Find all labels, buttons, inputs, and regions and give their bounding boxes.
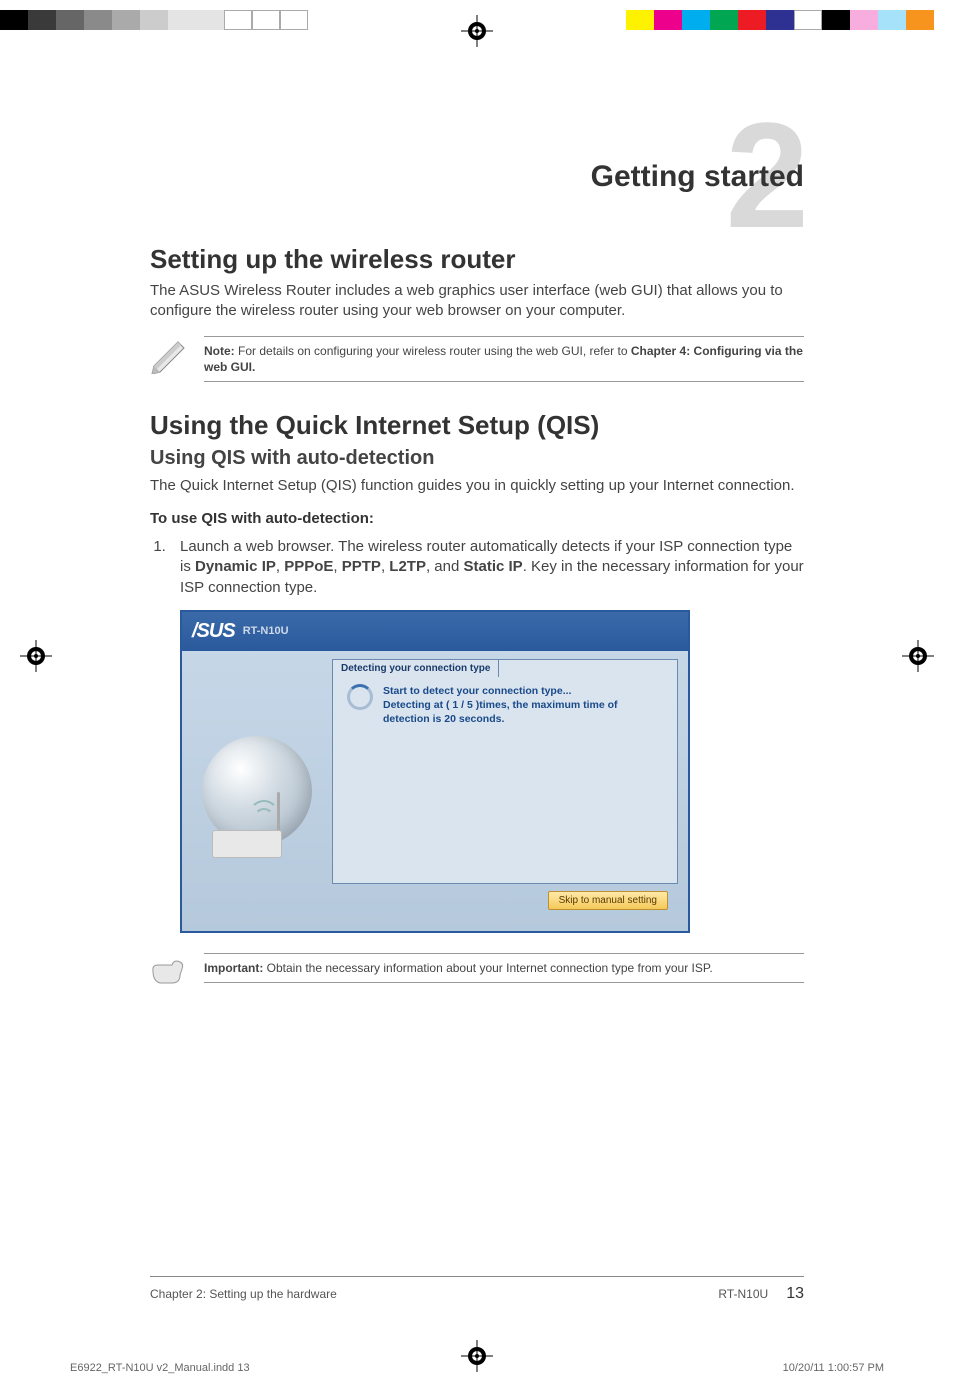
footer-model: RT-N10U: [718, 1287, 768, 1301]
step-1: Launch a web browser. The wireless route…: [170, 537, 804, 598]
note-callout: Note: For details on configuring your wi…: [150, 336, 804, 382]
router-icon: [212, 830, 282, 858]
footer-chapter: Chapter 2: Setting up the hardware: [150, 1287, 337, 1301]
asus-logo-icon: /SUS: [192, 620, 235, 643]
important-callout: Important: Obtain the necessary informat…: [150, 953, 804, 991]
indd-file: E6922_RT-N10U v2_Manual.indd 13: [70, 1362, 250, 1374]
section-intro: The ASUS Wireless Router includes a web …: [150, 281, 804, 322]
section-heading-qis: Using the Quick Internet Setup (QIS): [150, 410, 804, 441]
screenshot-header: /SUS RT-N10U: [182, 612, 688, 651]
panel-tab-title: Detecting your connection type: [332, 659, 499, 677]
model-label: RT-N10U: [243, 625, 289, 637]
page-number: 13: [786, 1285, 804, 1303]
qis-screenshot: /SUS RT-N10U Detecting your connection t…: [180, 610, 690, 933]
page-content: 2 Getting started Setting up the wireles…: [70, 55, 884, 1335]
section-heading-setup: Setting up the wireless router: [150, 244, 804, 275]
important-text: Important: Obtain the necessary informat…: [204, 960, 804, 976]
subsection-heading: Using QIS with auto-detection: [150, 447, 804, 470]
indesign-slug: E6922_RT-N10U v2_Manual.indd 13 10/20/11…: [70, 1362, 884, 1374]
registration-mark-icon: [902, 640, 934, 672]
detection-message: Start to detect your connection type... …: [383, 684, 618, 727]
note-text: Note: For details on configuring your wi…: [204, 343, 804, 375]
hand-point-icon: [150, 953, 190, 991]
registration-mark-icon: [461, 15, 493, 47]
qis-intro: The Quick Internet Setup (QIS) function …: [150, 476, 804, 496]
skip-to-manual-button[interactable]: Skip to manual setting: [548, 891, 668, 910]
chapter-header: 2 Getting started: [150, 160, 804, 194]
procedure-lead: To use QIS with auto-detection:: [150, 510, 804, 527]
screenshot-sidebar: [182, 651, 332, 931]
chapter-title: Getting started: [150, 160, 804, 194]
indd-date: 10/20/11 1:00:57 PM: [783, 1362, 884, 1374]
pencil-note-icon: [150, 336, 190, 374]
step-list: Launch a web browser. The wireless route…: [170, 537, 804, 598]
page-footer: Chapter 2: Setting up the hardware RT-N1…: [150, 1276, 804, 1303]
spinner-icon: [347, 684, 373, 710]
detection-panel: Detecting your connection type Start to …: [332, 659, 678, 884]
registration-mark-icon: [20, 640, 52, 672]
